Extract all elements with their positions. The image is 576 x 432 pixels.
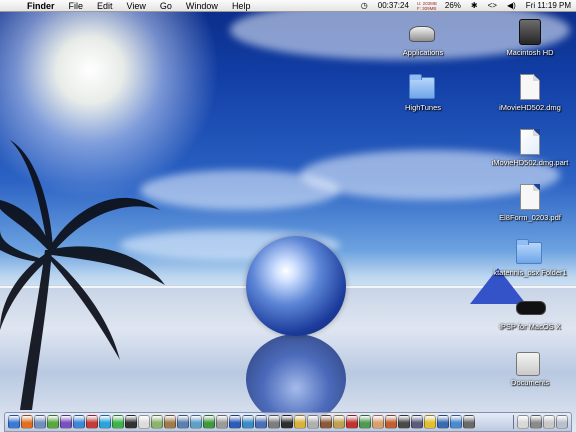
- gun-icon[interactable]: [530, 415, 542, 429]
- icon-label: Macintosh HD: [506, 48, 554, 57]
- pdf-document-icon: [520, 184, 540, 210]
- battery-status[interactable]: 26%: [440, 0, 466, 12]
- dashboard-icon[interactable]: [437, 415, 449, 429]
- utility-icon[interactable]: [216, 415, 228, 429]
- desktop-icon-macintosh-hd[interactable]: Macintosh HD: [485, 18, 575, 57]
- icon-label: iMovieHD502.dmg.part: [491, 158, 569, 167]
- icon-label: Applications: [402, 48, 444, 57]
- graphic-icon[interactable]: [385, 415, 397, 429]
- trash-icon[interactable]: [556, 415, 568, 429]
- document-stack-icon[interactable]: [517, 415, 529, 429]
- console-icon[interactable]: [463, 415, 475, 429]
- preview-icon[interactable]: [151, 415, 163, 429]
- window-icon[interactable]: [543, 415, 555, 429]
- firefox-icon[interactable]: [21, 415, 33, 429]
- mail-icon[interactable]: [34, 415, 46, 429]
- keychain-icon[interactable]: [333, 415, 345, 429]
- photo-icon[interactable]: [177, 415, 189, 429]
- icon-label: HighTunes: [405, 103, 441, 112]
- icon-label: El8Form_0203.pdf: [499, 213, 561, 222]
- memory-free: F: 309MB: [416, 5, 437, 11]
- psp-icon: [516, 301, 546, 315]
- terminal-icon[interactable]: [125, 415, 137, 429]
- menu-window[interactable]: Window: [179, 0, 225, 12]
- textedit-icon[interactable]: [138, 415, 150, 429]
- menu-go[interactable]: Go: [153, 0, 179, 12]
- folder-icon: [409, 74, 435, 99]
- word-icon[interactable]: [229, 415, 241, 429]
- activity-icon[interactable]: [359, 415, 371, 429]
- icon-label: iMovieHD502.dmg: [499, 103, 561, 112]
- finder-icon[interactable]: [8, 415, 20, 429]
- globe-icon[interactable]: [242, 415, 254, 429]
- menu-bar: Finder File Edit View Go Window Help ◷ 0…: [0, 0, 576, 12]
- icon-label: iPSP for MacOS X: [499, 322, 561, 331]
- sun-icon[interactable]: [424, 415, 436, 429]
- desktop-icon-imoviehd502-dmg-part[interactable]: iMovieHD502.dmg.part: [485, 128, 575, 167]
- palm-tree-silhouette: [0, 140, 165, 410]
- bluetooth-icon[interactable]: ✱: [466, 0, 483, 12]
- camera-icon[interactable]: [411, 415, 423, 429]
- disk-image-icon: [520, 74, 540, 100]
- safari-icon[interactable]: [73, 415, 85, 429]
- acrobat-icon[interactable]: [346, 415, 358, 429]
- itunes-icon[interactable]: [60, 415, 72, 429]
- timer-readout[interactable]: 00:37:24: [373, 0, 414, 12]
- app-icon: [409, 26, 435, 42]
- sync-icon[interactable]: <>: [483, 0, 502, 12]
- address-book-icon[interactable]: [164, 415, 176, 429]
- desktop-icon-hightunes[interactable]: HighTunes: [378, 73, 468, 112]
- clock-icon[interactable]: ◷: [356, 0, 373, 12]
- dreamweaver-icon[interactable]: [203, 415, 215, 429]
- desktop-icon-el8form-pdf[interactable]: El8Form_0203.pdf: [485, 183, 575, 222]
- menu-view[interactable]: View: [120, 0, 153, 12]
- icon-label: Documents: [511, 378, 549, 387]
- calendar-icon[interactable]: [86, 415, 98, 429]
- desktop-icon-imoviehd502-dmg[interactable]: iMovieHD502.dmg: [485, 73, 575, 112]
- menu-clock[interactable]: Fri 11:19 PM: [521, 0, 576, 12]
- dock: [4, 412, 572, 432]
- font-book-icon[interactable]: [320, 415, 332, 429]
- chrome-sphere: [246, 236, 346, 336]
- volume-icon[interactable]: ◀): [502, 0, 521, 12]
- hard-drive-icon: [519, 19, 541, 45]
- partial-download-icon: [520, 129, 540, 155]
- desktop-icon-applications[interactable]: Applications: [378, 18, 468, 57]
- menu-finder[interactable]: Finder: [20, 0, 62, 12]
- hand-icon[interactable]: [372, 415, 384, 429]
- menu-file[interactable]: File: [62, 0, 91, 12]
- green-s-icon[interactable]: [112, 415, 124, 429]
- gamepad-icon[interactable]: [281, 415, 293, 429]
- documents-icon: [516, 352, 540, 376]
- skype-icon[interactable]: [99, 415, 111, 429]
- menu-extras: ◷ 00:37:24 U: 203MB F: 309MB 26% ✱ <> ◀)…: [356, 0, 576, 12]
- iphoto-icon[interactable]: [190, 415, 202, 429]
- system-prefs-icon[interactable]: [268, 415, 280, 429]
- desktop-icon-ktatennis-folder[interactable]: ktatennis_osx Folder1: [485, 238, 575, 277]
- quicktime-icon[interactable]: [255, 415, 267, 429]
- menu-help[interactable]: Help: [225, 0, 258, 12]
- icon-label: ktatennis_osx Folder1: [493, 268, 567, 277]
- disk-utility-icon[interactable]: [307, 415, 319, 429]
- dock-separator: [513, 415, 514, 429]
- desktop-icon-ipsp[interactable]: iPSP for MacOS X: [485, 292, 575, 331]
- folder-icon: [516, 239, 542, 264]
- ichat-icon[interactable]: [47, 415, 59, 429]
- bolt-icon[interactable]: [294, 415, 306, 429]
- chess-icon[interactable]: [398, 415, 410, 429]
- desktop-icon-documents[interactable]: Documents: [485, 348, 575, 387]
- menu-edit[interactable]: Edit: [90, 0, 120, 12]
- memory-monitor[interactable]: U: 203MB F: 309MB: [414, 1, 440, 11]
- help-icon[interactable]: [450, 415, 462, 429]
- sphere-reflection: [246, 334, 346, 424]
